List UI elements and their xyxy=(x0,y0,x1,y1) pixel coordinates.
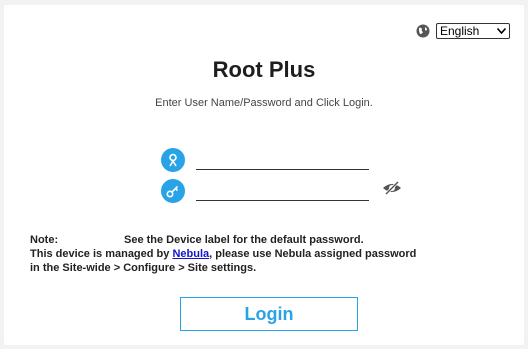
note-label: Note: xyxy=(30,234,59,246)
key-icon xyxy=(161,179,185,203)
note-line-1: Note: See the Device label for the defaul… xyxy=(30,233,416,247)
chevron-down-icon xyxy=(497,28,506,34)
username-row xyxy=(161,148,369,172)
note-line2-suffix: , please use Nebula assigned password xyxy=(209,248,417,260)
eye-slash-icon[interactable] xyxy=(382,181,402,195)
language-selected-value: English xyxy=(440,24,480,38)
page-subtitle: Enter User Name/Password and Click Login… xyxy=(155,97,373,109)
user-icon xyxy=(161,148,185,172)
login-card: English Root Plus Enter User Name/Passwo… xyxy=(4,5,524,345)
note-block: Note: See the Device label for the defaul… xyxy=(30,233,416,275)
password-row xyxy=(161,179,369,203)
note-line2-prefix: This device is managed by xyxy=(30,248,173,260)
note-line1-text: See the Device label for the default pas… xyxy=(124,234,364,246)
login-button[interactable]: Login xyxy=(180,297,358,331)
globe-icon xyxy=(416,24,430,38)
username-input[interactable] xyxy=(196,150,369,170)
password-input[interactable] xyxy=(196,181,369,201)
note-line-2: This device is managed by Nebula, please… xyxy=(30,247,416,261)
language-bar: English xyxy=(416,23,510,39)
nebula-link[interactable]: Nebula xyxy=(172,248,209,260)
page-title: Root Plus xyxy=(212,57,316,82)
language-select[interactable]: English xyxy=(436,23,510,39)
note-line-3: in the Site-wide > Configure > Site sett… xyxy=(30,262,257,274)
